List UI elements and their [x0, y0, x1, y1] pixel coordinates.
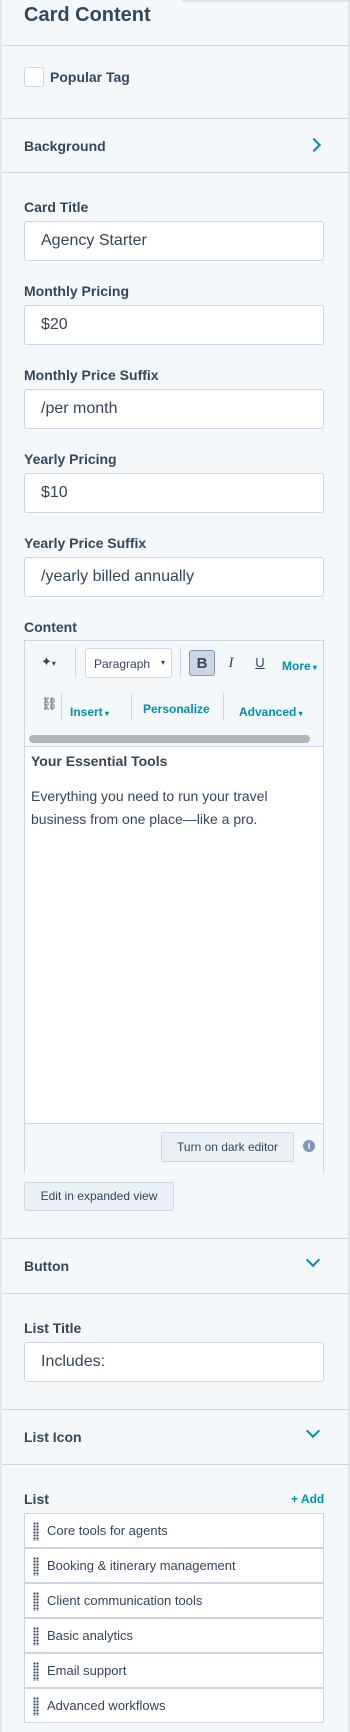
toolbar-separator	[180, 649, 181, 677]
paragraph-select[interactable]: Paragraph ▾	[85, 648, 172, 678]
sparkle-icon[interactable]: ✦▾	[41, 654, 56, 670]
dark-editor-button[interactable]: Turn on dark editor	[161, 1132, 294, 1162]
drag-handle-icon[interactable]	[33, 1522, 39, 1541]
italic-button[interactable]: I	[218, 650, 244, 676]
toolbar-separator	[61, 693, 62, 721]
list-title-label: List Title	[24, 1320, 82, 1336]
drag-handle-icon[interactable]	[33, 1557, 39, 1576]
divider	[2, 1464, 348, 1465]
list-item[interactable]: Basic analytics	[24, 1618, 324, 1653]
yearly-suffix-input[interactable]	[24, 557, 324, 597]
list-title-input[interactable]	[24, 1342, 324, 1382]
panel-left-border	[0, 0, 2, 1732]
monthly-pricing-input[interactable]	[24, 305, 324, 345]
divider	[2, 172, 348, 173]
chevron-down-icon: ▾	[310, 663, 317, 672]
list-item-label: Basic analytics	[47, 1628, 133, 1643]
advanced-menu[interactable]: Advanced ▾	[239, 703, 303, 721]
tab-line	[182, 0, 350, 2]
drag-handle-icon[interactable]	[33, 1592, 39, 1611]
card-title-input[interactable]	[24, 221, 324, 261]
list-item-label: Email support	[47, 1663, 127, 1678]
add-list-item-button[interactable]: + Add	[291, 1492, 324, 1506]
editor-toolbar: ✦▾ Paragraph ▾ B I U More ▾ ⛓ Insert ▾ P…	[25, 641, 323, 747]
chevron-right-icon	[306, 137, 322, 153]
rich-text-editor: ✦▾ Paragraph ▾ B I U More ▾ ⛓ Insert ▾ P…	[24, 640, 324, 1173]
expanded-view-button[interactable]: Edit in expanded view	[24, 1182, 174, 1211]
toolbar-separator	[223, 693, 224, 721]
editor-footer: Turn on dark editor i	[25, 1123, 323, 1173]
drag-handle-icon[interactable]	[33, 1627, 39, 1646]
yearly-pricing-input[interactable]	[24, 473, 324, 513]
popular-tag-checkbox[interactable]	[24, 67, 44, 87]
divider	[2, 45, 348, 46]
link-icon[interactable]: ⛓	[41, 696, 58, 712]
panel-title: Card Content	[24, 4, 151, 26]
list-item-label: Core tools for agents	[47, 1523, 168, 1538]
monthly-suffix-label: Monthly Price Suffix	[24, 367, 159, 383]
drag-handle-icon[interactable]	[33, 1697, 39, 1716]
info-icon[interactable]: i	[303, 1140, 315, 1152]
settings-panel: Card Content Popular Tag Background Card…	[0, 0, 350, 1732]
content-heading: Your Essential Tools	[31, 753, 168, 769]
chevron-down-icon: ▾	[296, 709, 303, 718]
toolbar-separator	[75, 649, 76, 677]
monthly-pricing-label: Monthly Pricing	[24, 283, 129, 299]
list-item[interactable]: Client communication tools	[24, 1583, 324, 1618]
list-item-label: Booking & itinerary management	[47, 1558, 236, 1573]
insert-menu[interactable]: Insert ▾	[70, 703, 109, 721]
bold-button[interactable]: B	[189, 650, 215, 676]
toolbar-separator	[131, 693, 132, 721]
drag-handle-icon[interactable]	[33, 1662, 39, 1681]
chevron-down-icon	[305, 1423, 321, 1439]
yearly-suffix-label: Yearly Price Suffix	[24, 535, 147, 551]
list-item[interactable]: Advanced workflows	[24, 1688, 324, 1723]
list-item[interactable]: Email support	[24, 1653, 324, 1688]
content-body: Everything you need to run your travel b…	[31, 788, 268, 827]
button-section-header[interactable]: Button	[2, 1239, 348, 1293]
list-item-label: Advanced workflows	[47, 1698, 166, 1713]
chevron-down-icon: ▾	[102, 709, 109, 718]
list-icon-section-label: List Icon	[24, 1429, 82, 1445]
list-label: List	[24, 1491, 49, 1507]
editor-content[interactable]: Your Essential Tools Everything you need…	[31, 753, 316, 831]
chevron-down-icon	[305, 1252, 321, 1268]
background-section-header[interactable]: Background	[2, 119, 348, 172]
underline-button[interactable]: U	[247, 650, 273, 676]
background-section-label: Background	[24, 138, 106, 154]
insert-label: Insert	[70, 705, 103, 719]
button-section-label: Button	[24, 1258, 70, 1274]
more-label: More	[282, 659, 311, 673]
list-icon-section-header[interactable]: List Icon	[2, 1410, 348, 1464]
chevron-down-icon: ▾	[160, 658, 165, 667]
divider	[2, 1293, 348, 1294]
advanced-label: Advanced	[239, 705, 297, 719]
list-item[interactable]: Core tools for agents	[24, 1513, 324, 1548]
popular-tag-label[interactable]: Popular Tag	[50, 69, 130, 85]
card-title-label: Card Title	[24, 199, 89, 215]
list-item-label: Client communication tools	[47, 1593, 203, 1608]
monthly-suffix-input[interactable]	[24, 389, 324, 429]
yearly-pricing-label: Yearly Pricing	[24, 451, 117, 467]
toolbar-scrollbar[interactable]	[29, 735, 310, 743]
more-menu[interactable]: More ▾	[282, 657, 317, 675]
content-label: Content	[24, 619, 77, 635]
paragraph-select-label: Paragraph	[94, 657, 151, 671]
personalize-button[interactable]: Personalize	[143, 702, 210, 716]
list-item[interactable]: Booking & itinerary management	[24, 1548, 324, 1583]
